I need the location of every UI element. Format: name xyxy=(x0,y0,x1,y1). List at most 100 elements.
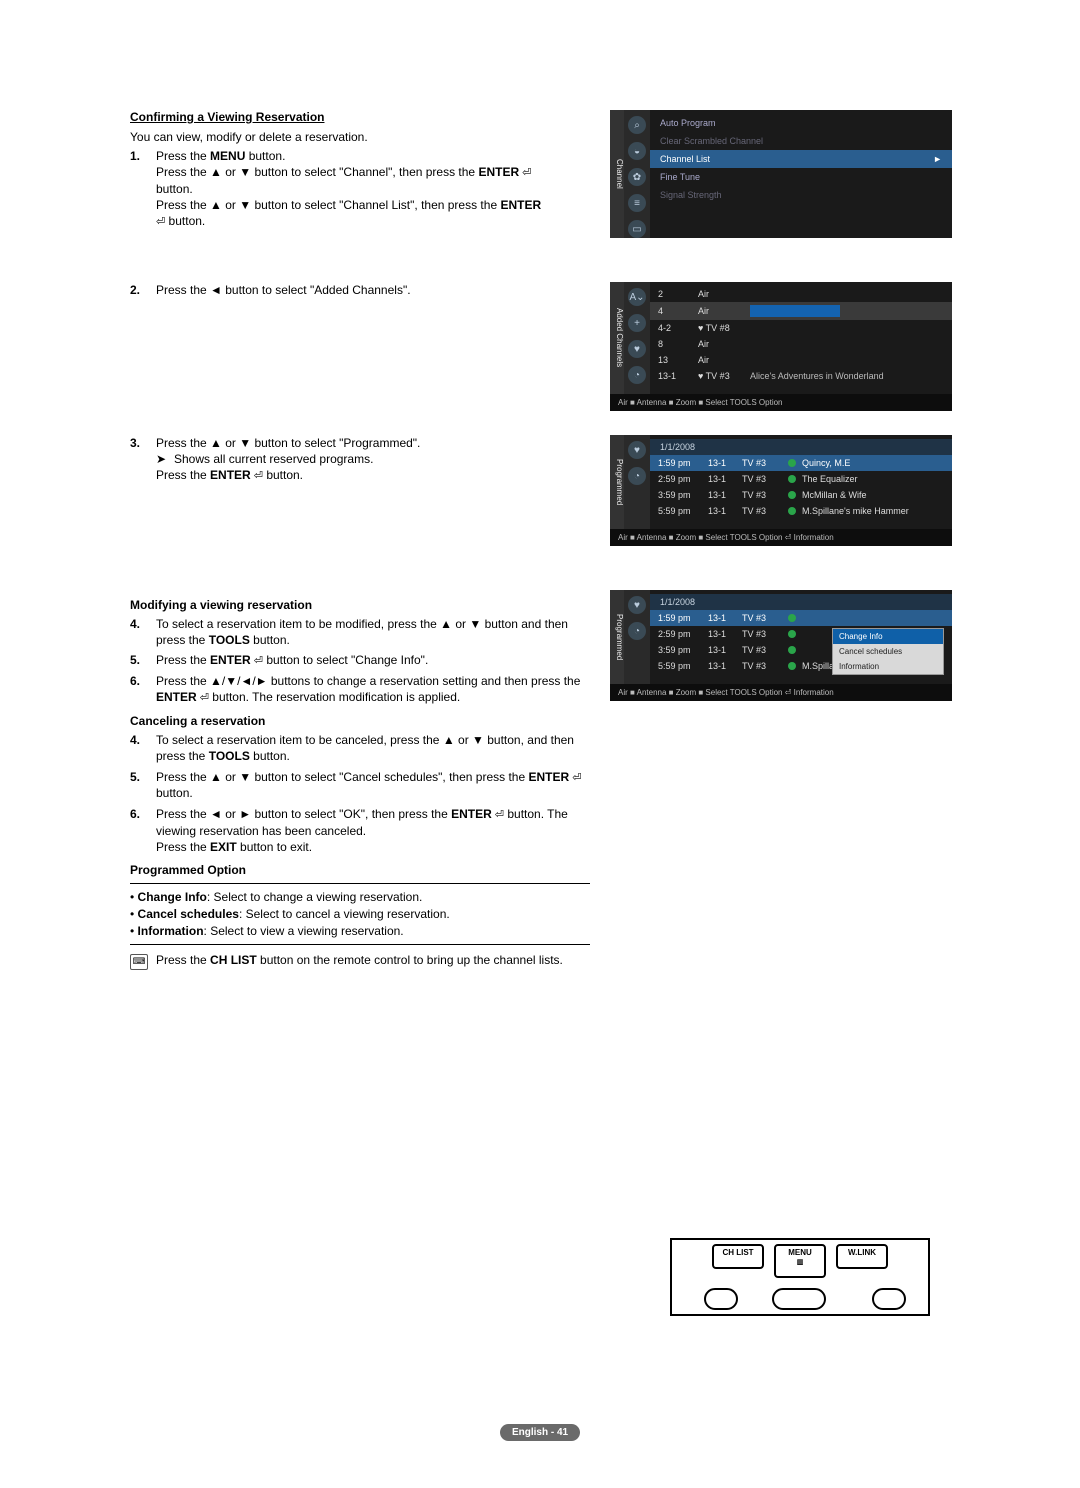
remote-button[interactable] xyxy=(772,1288,826,1310)
clock-icon: ◔ xyxy=(628,622,646,640)
step-body: Press the ◄ or ► button to select "OK", … xyxy=(156,806,590,855)
arrow-icon: ➤ xyxy=(156,451,174,467)
popup-item[interactable]: Cancel schedules xyxy=(833,644,943,659)
status-dot-icon xyxy=(788,491,796,499)
plus-icon: + xyxy=(628,314,646,332)
chevron-right-icon: ► xyxy=(933,154,942,164)
card-icon: ▭ xyxy=(628,220,646,238)
screenshot-programmed: Programmed ♥ ◔ 1/1/2008 1:59 pm13-1TV #3… xyxy=(610,435,952,546)
heart-icon: ♥ xyxy=(628,340,646,358)
heart-icon: ♥ xyxy=(628,596,646,614)
menu-item[interactable]: Fine Tune xyxy=(650,168,952,186)
icon-column: ♥ ◔ xyxy=(624,590,650,684)
enter-icon: ⏎ xyxy=(569,772,581,784)
step-body: Press the ▲ or ▼ button to select "Progr… xyxy=(156,435,590,484)
channel-row[interactable]: 2Air xyxy=(650,286,952,302)
clock-icon: ◔ xyxy=(628,366,646,384)
icon-column: A⌄ + ♥ ◔ xyxy=(624,282,650,394)
popup-item-selected[interactable]: Change Info xyxy=(833,629,943,644)
channel-row[interactable]: 4-2♥ TV #8 xyxy=(650,320,952,336)
sub-title: Modifying a viewing reservation xyxy=(130,598,590,612)
step-body: Press the ▲/▼/◄/► buttons to change a re… xyxy=(156,673,590,706)
date-label: 1/1/2008 xyxy=(650,594,952,610)
status-dot-icon xyxy=(788,459,796,467)
remote-label-wlink: W.LINK xyxy=(836,1244,888,1269)
channel-row[interactable]: 13-1♥ TV #3Alice's Adventures in Wonderl… xyxy=(650,368,952,384)
programme-row-selected[interactable]: 1:59 pm13-1TV #3 xyxy=(650,610,952,626)
enter-icon: ⏎ xyxy=(519,167,531,179)
programme-row[interactable]: 5:59 pm13-1TV #3M.Spillane's mike Hammer xyxy=(650,503,952,519)
screenshot-footer: Air ■ Antenna ■ Zoom ■ Select TOOLS Opti… xyxy=(610,684,952,701)
step-number: 6. xyxy=(130,806,156,855)
step-body: Press the ◄ button to select "Added Chan… xyxy=(156,282,590,298)
remote-label-menu: MENU▥ xyxy=(774,1244,826,1278)
step-body: Press the MENU button. Press the ▲ or ▼ … xyxy=(156,148,590,230)
remote-diagram: CH LIST MENU▥ W.LINK xyxy=(670,1238,930,1308)
status-dot-icon xyxy=(788,475,796,483)
programme-row[interactable]: 2:59 pm13-1TV #3The Equalizer xyxy=(650,471,952,487)
icon-column: ♥ ◔ xyxy=(624,435,650,529)
page: Confirming a Viewing Reservation You can… xyxy=(0,0,1080,1488)
step-number: 2. xyxy=(130,282,156,298)
selection-bar xyxy=(750,305,840,317)
gear-icon: ✿ xyxy=(628,168,646,186)
menu-item-selected[interactable]: Channel List ► xyxy=(650,150,952,168)
programme-row[interactable]: 3:59 pm13-1TV #3McMillan & Wife xyxy=(650,487,952,503)
heart-icon: ♥ xyxy=(628,441,646,459)
sub-title: Canceling a reservation xyxy=(130,714,590,728)
all-icon: A⌄ xyxy=(628,288,646,306)
step-body: Press the ▲ or ▼ button to select "Cance… xyxy=(156,769,590,802)
note-text: Press the CH LIST button on the remote c… xyxy=(156,953,563,970)
step-number: 1. xyxy=(130,148,156,230)
remote-label-chlist: CH LIST xyxy=(712,1244,764,1269)
enter-icon: ⏎ xyxy=(492,809,504,821)
screenshot-footer: Air ■ Antenna ■ Zoom ■ Select TOOLS Opti… xyxy=(610,394,952,411)
page-number: English - 41 xyxy=(0,1424,1080,1438)
channel-row[interactable]: 13Air xyxy=(650,352,952,368)
bullet-item: Cancel schedules: Select to cancel a vie… xyxy=(130,907,590,921)
step-number: 5. xyxy=(130,769,156,802)
divider xyxy=(130,944,590,945)
note-row: ⌨ Press the CH LIST button on the remote… xyxy=(130,953,590,970)
context-popup: Change Info Cancel schedules Information xyxy=(832,628,944,675)
status-dot-icon xyxy=(788,662,796,670)
intro-text: You can view, modify or delete a reserva… xyxy=(130,130,590,144)
antenna-icon: ◒ xyxy=(628,142,646,160)
status-dot-icon xyxy=(788,630,796,638)
screenshot-programmed-popup: Programmed ♥ ◔ 1/1/2008 1:59 pm13-1TV #3… xyxy=(610,590,952,701)
bullet-item: Change Info: Select to change a viewing … xyxy=(130,890,590,904)
side-tab: Channel xyxy=(610,110,624,238)
screenshot-added-channels: Added Channels A⌄ + ♥ ◔ 2Air 4Air 4-2♥ T… xyxy=(610,282,952,411)
signal-icon: ≡ xyxy=(628,194,646,212)
side-tab: Programmed xyxy=(610,590,624,684)
channel-row-selected[interactable]: 4Air xyxy=(650,302,952,320)
status-dot-icon xyxy=(788,614,796,622)
screenshot-footer: Air ■ Antenna ■ Zoom ■ Select TOOLS Opti… xyxy=(610,529,952,546)
channel-row[interactable]: 8Air xyxy=(650,336,952,352)
screenshot-channel-menu: Channel ⌕ ◒ ✿ ≡ ▭ Auto Program Clear Scr… xyxy=(610,110,952,238)
enter-icon: ⏎ xyxy=(251,470,263,482)
step-body: To select a reservation item to be cance… xyxy=(156,732,590,764)
side-tab: Added Channels xyxy=(610,282,624,394)
step-number: 4. xyxy=(130,616,156,648)
step-number: 3. xyxy=(130,435,156,484)
remote-button[interactable] xyxy=(872,1288,906,1310)
divider xyxy=(130,883,590,884)
popup-item[interactable]: Information xyxy=(833,659,943,674)
date-label: 1/1/2008 xyxy=(650,439,952,455)
menu-item[interactable]: Auto Program xyxy=(650,114,952,132)
step-body: Press the ENTER ⏎ button to select "Chan… xyxy=(156,652,590,669)
step-number: 6. xyxy=(130,673,156,706)
step-number: 4. xyxy=(130,732,156,764)
menu-item: Signal Strength xyxy=(650,186,952,204)
content: Confirming a Viewing Reservation You can… xyxy=(130,110,950,970)
side-tab: Programmed xyxy=(610,435,624,529)
enter-icon: ⏎ xyxy=(251,655,263,667)
enter-icon: ⏎ xyxy=(156,216,165,228)
programme-row-selected[interactable]: 1:59 pm13-1TV #3Quincy, M.E xyxy=(650,455,952,471)
magnify-icon: ⌕ xyxy=(628,116,646,134)
icon-column: ⌕ ◒ ✿ ≡ ▭ xyxy=(624,110,650,238)
status-dot-icon xyxy=(788,646,796,654)
clock-icon: ◔ xyxy=(628,467,646,485)
remote-button[interactable] xyxy=(704,1288,738,1310)
